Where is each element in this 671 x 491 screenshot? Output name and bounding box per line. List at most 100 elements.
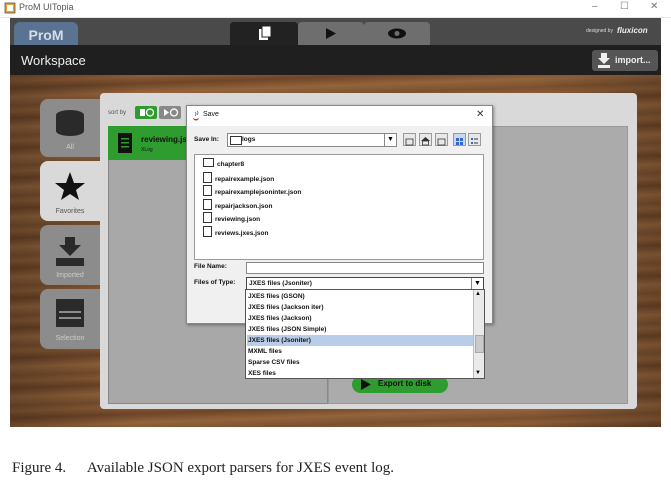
prom-logo: ProM bbox=[14, 22, 78, 45]
file-type-dropdown: JXES files (GSON) JXES files (Jackson ite… bbox=[245, 289, 485, 379]
save-in-combo[interactable]: logs ▼ bbox=[227, 133, 397, 147]
scroll-down-icon[interactable]: ▼ bbox=[475, 370, 481, 376]
import-button[interactable]: import... bbox=[592, 50, 658, 71]
figure-caption: Figure 4. Available JSON export parsers … bbox=[12, 460, 394, 477]
file-type-option[interactable]: Sparse CSV files bbox=[247, 357, 473, 368]
tab-view[interactable] bbox=[364, 22, 430, 45]
window-titlebar: ProM UITopia – ☐ ✕ bbox=[0, 0, 671, 18]
file-name: repairjackson.json bbox=[215, 202, 273, 210]
play-icon bbox=[361, 379, 371, 390]
sidebar-item-label: Favorites bbox=[55, 208, 85, 215]
dialog-title: Save bbox=[203, 111, 219, 118]
documents-icon bbox=[259, 25, 272, 40]
app-header: ProM designed by fluxicon bbox=[10, 18, 661, 45]
file-list-item[interactable]: repairexample.json bbox=[203, 171, 275, 183]
designed-by-text: designed by bbox=[586, 28, 613, 34]
new-folder-icon bbox=[437, 138, 446, 146]
view-tabbar bbox=[230, 22, 430, 45]
log-type: XLog bbox=[141, 147, 153, 153]
sort-time-icon bbox=[164, 108, 179, 117]
file-name-input[interactable] bbox=[246, 262, 484, 274]
file-type-option[interactable]: MXML files bbox=[247, 346, 473, 357]
close-window-button[interactable]: ✕ bbox=[650, 1, 658, 12]
file-type-option[interactable]: JXES files (Jackson) bbox=[247, 313, 473, 324]
file-type-option[interactable]: JXES files (GSON) bbox=[247, 291, 473, 302]
dialog-close-button[interactable]: ✕ bbox=[476, 109, 484, 120]
file-type-option[interactable]: JXES files (JSON Simple) bbox=[247, 324, 473, 335]
workspace-bar: Workspace import... bbox=[10, 45, 661, 75]
sidebar-item-selection[interactable]: Selection bbox=[40, 289, 100, 349]
sidebar-item-label: All bbox=[66, 144, 74, 151]
home-button[interactable] bbox=[419, 133, 432, 146]
details-view-button[interactable] bbox=[468, 133, 481, 146]
log-name: reviewing.js bbox=[141, 135, 187, 144]
file-list-item[interactable]: reviewing.json bbox=[203, 212, 260, 223]
folder-icon bbox=[203, 158, 214, 167]
file-icon bbox=[203, 212, 212, 223]
maximize-button[interactable]: ☐ bbox=[620, 1, 629, 12]
export-label: Export to disk bbox=[378, 379, 432, 388]
chevron-down-icon: ▼ bbox=[384, 134, 396, 146]
sidebar-item-label: Selection bbox=[55, 335, 85, 342]
selection-icon bbox=[56, 299, 84, 327]
tab-workspace[interactable] bbox=[230, 22, 298, 45]
file-list-item[interactable]: repairexamplejsoninter.json bbox=[203, 185, 301, 196]
database-icon bbox=[56, 110, 84, 136]
eye-icon bbox=[388, 28, 406, 39]
sort-by-time-button[interactable] bbox=[159, 106, 181, 119]
file-list: chapter8 repairexample.json repairexamplej… bbox=[194, 154, 484, 260]
scroll-thumb[interactable] bbox=[475, 335, 484, 353]
list-view-button[interactable] bbox=[453, 133, 466, 146]
java-icon bbox=[193, 110, 199, 121]
workspace-title: Workspace bbox=[21, 53, 86, 68]
folder-icon bbox=[230, 136, 242, 145]
file-name: repairexamplejsoninter.json bbox=[215, 189, 302, 196]
up-folder-icon bbox=[405, 138, 414, 146]
import-icon bbox=[56, 237, 84, 266]
sidebar-item-all[interactable]: All bbox=[40, 99, 100, 157]
file-name: chapter8 bbox=[217, 161, 245, 168]
details-view-icon bbox=[471, 138, 478, 144]
sidebar-item-favorites[interactable]: Favorites bbox=[40, 161, 100, 221]
sort-name-icon bbox=[140, 108, 155, 117]
file-type-option[interactable]: JXES files (Jsoniter) bbox=[247, 334, 473, 346]
sidebar-item-label: Imported bbox=[56, 272, 84, 279]
dialog-titlebar bbox=[187, 106, 492, 126]
star-icon bbox=[55, 172, 85, 200]
sidebar-item-imported[interactable]: Imported bbox=[40, 225, 100, 285]
list-view-icon bbox=[456, 138, 463, 145]
file-type-option[interactable]: XES files bbox=[247, 368, 473, 379]
minimize-button[interactable]: – bbox=[592, 1, 598, 12]
figure-text: Available JSON export parsers for JXES e… bbox=[86, 460, 395, 476]
file-list-item[interactable]: repairjackson.json bbox=[203, 198, 273, 210]
file-icon bbox=[203, 225, 212, 237]
fluxicon-logo: fluxicon bbox=[617, 26, 648, 35]
figure-label: Figure 4. bbox=[12, 460, 67, 476]
file-icon bbox=[203, 198, 212, 210]
file-list-item[interactable]: chapter8 bbox=[203, 158, 244, 168]
sort-by-name-button[interactable] bbox=[135, 106, 157, 119]
file-list-item[interactable]: reviews.jxes.json bbox=[203, 225, 269, 237]
app-icon bbox=[4, 2, 16, 14]
play-icon bbox=[326, 28, 336, 39]
file-icon bbox=[203, 171, 212, 183]
files-of-type-value: JXES files (Jsoniter) bbox=[249, 280, 312, 287]
file-name: reviewing.json bbox=[215, 216, 261, 223]
import-icon bbox=[598, 53, 610, 68]
dropdown-scrollbar[interactable]: ▲ ▼ bbox=[473, 290, 484, 378]
new-folder-button[interactable] bbox=[435, 133, 448, 146]
tab-action[interactable] bbox=[298, 22, 364, 45]
files-of-type-label: Files of Type: bbox=[194, 279, 236, 286]
file-name: repairexample.json bbox=[215, 175, 275, 183]
home-icon bbox=[421, 137, 430, 146]
import-label: import... bbox=[615, 55, 651, 65]
file-name: reviews.jxes.json bbox=[215, 229, 269, 237]
file-name-label: File Name: bbox=[194, 263, 227, 270]
window-title: ProM UITopia bbox=[19, 2, 74, 12]
up-folder-button[interactable] bbox=[403, 133, 416, 146]
log-file-icon bbox=[118, 133, 132, 153]
save-in-label: Save In: bbox=[194, 136, 219, 143]
file-icon bbox=[203, 185, 212, 196]
file-type-option[interactable]: JXES files (Jackson iter) bbox=[247, 302, 473, 313]
scroll-up-icon[interactable]: ▲ bbox=[475, 291, 481, 297]
